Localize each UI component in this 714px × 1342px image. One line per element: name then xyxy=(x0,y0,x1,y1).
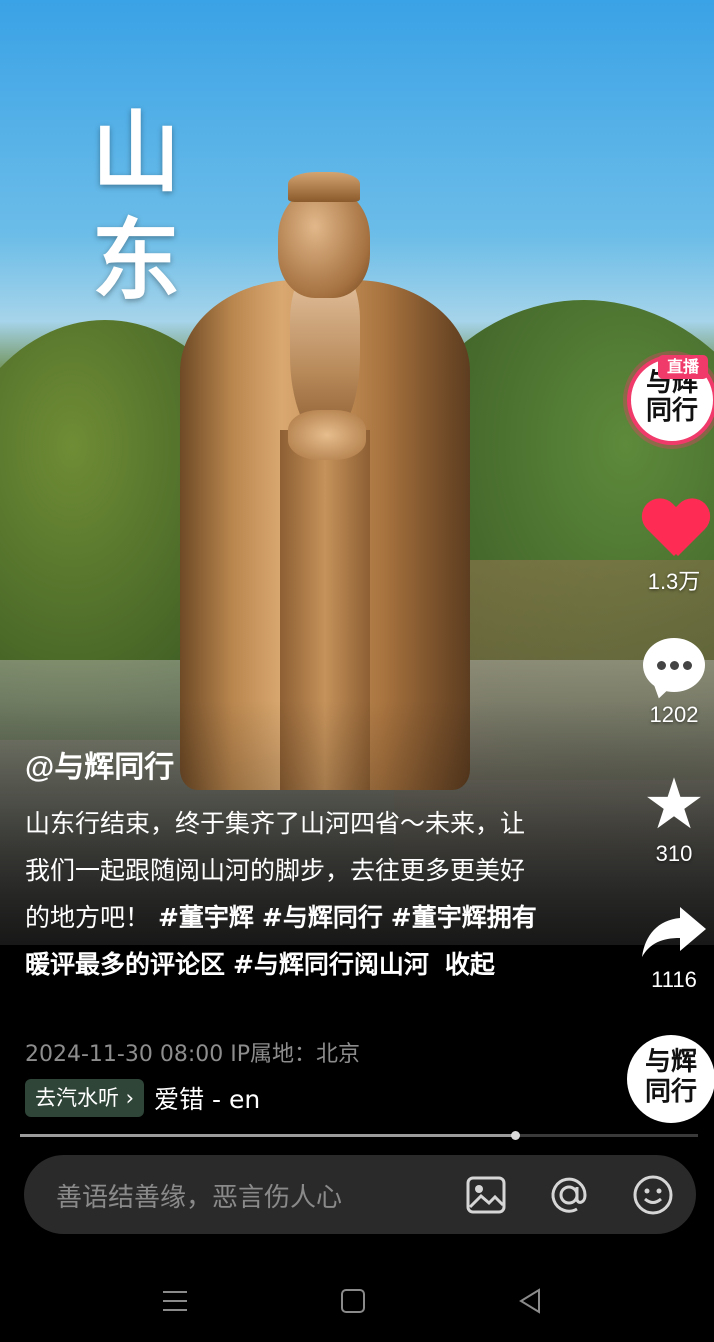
progress-fill xyxy=(20,1134,515,1137)
music-open-chip[interactable]: 去汽水听 › xyxy=(25,1079,145,1117)
confucius-statue xyxy=(180,170,470,790)
image-icon[interactable] xyxy=(464,1173,508,1217)
star-icon: ★ xyxy=(642,763,706,845)
music-disc-icon[interactable]: 与辉 同行 xyxy=(627,1035,714,1123)
home-icon[interactable] xyxy=(338,1286,368,1316)
post-timestamp: 2024-11-30 08:00 xyxy=(25,1042,224,1067)
back-icon[interactable] xyxy=(515,1286,545,1316)
comment-input-placeholder[interactable]: 善语结善缘，恶言伤人心 xyxy=(56,1177,342,1214)
like-count: 1.3万 xyxy=(647,569,701,594)
heart-icon xyxy=(642,500,706,560)
like-button[interactable]: 1.3万 xyxy=(614,500,714,596)
live-badge: 直播 xyxy=(658,355,709,379)
music-title[interactable]: 爱错 - en xyxy=(154,1080,260,1116)
at-icon[interactable] xyxy=(547,1173,591,1217)
comment-icon xyxy=(643,638,705,692)
progress-knob[interactable] xyxy=(510,1131,520,1140)
emoji-icon[interactable] xyxy=(631,1173,675,1217)
author-name[interactable]: @与辉同行 xyxy=(25,742,174,786)
hashtag[interactable]: #与辉同行阅山河 xyxy=(233,950,429,979)
author-avatar-live[interactable]: 与辉 同行 直播 xyxy=(627,355,714,445)
post-meta: 2024-11-30 08:00 IP属地：北京 xyxy=(25,1036,360,1068)
hashtag[interactable]: #董宇辉 xyxy=(158,903,254,932)
comment-count: 1202 xyxy=(649,702,699,727)
music-row: 去汽水听 › 爱错 - en xyxy=(25,1078,260,1118)
video-progress-bar[interactable] xyxy=(20,1131,698,1140)
share-count: 1116 xyxy=(651,967,697,992)
collapse-link[interactable]: 收起 xyxy=(445,950,495,979)
comment-input-bar[interactable]: 善语结善缘，恶言伤人心 xyxy=(24,1155,696,1234)
menu-icon[interactable] xyxy=(160,1286,190,1316)
overlay-title-char: 东 xyxy=(92,208,181,312)
hashtag[interactable]: #与辉同行 xyxy=(262,903,383,932)
system-nav-bar xyxy=(0,1260,714,1342)
favorite-button[interactable]: ★ 310 xyxy=(614,763,714,867)
video-overlay-title: 山 东 xyxy=(92,98,192,314)
overlay-title-char: 山 xyxy=(92,100,181,204)
share-icon xyxy=(642,907,706,957)
share-button[interactable]: 1116 xyxy=(614,903,714,993)
ip-location: IP属地：北京 xyxy=(230,1042,361,1067)
comment-button[interactable]: 1202 xyxy=(614,638,714,728)
post-caption: 山东行结束，终于集齐了山河四省～未来，让我们一起跟随阅山河的脚步，去往更多更美好… xyxy=(25,800,545,988)
